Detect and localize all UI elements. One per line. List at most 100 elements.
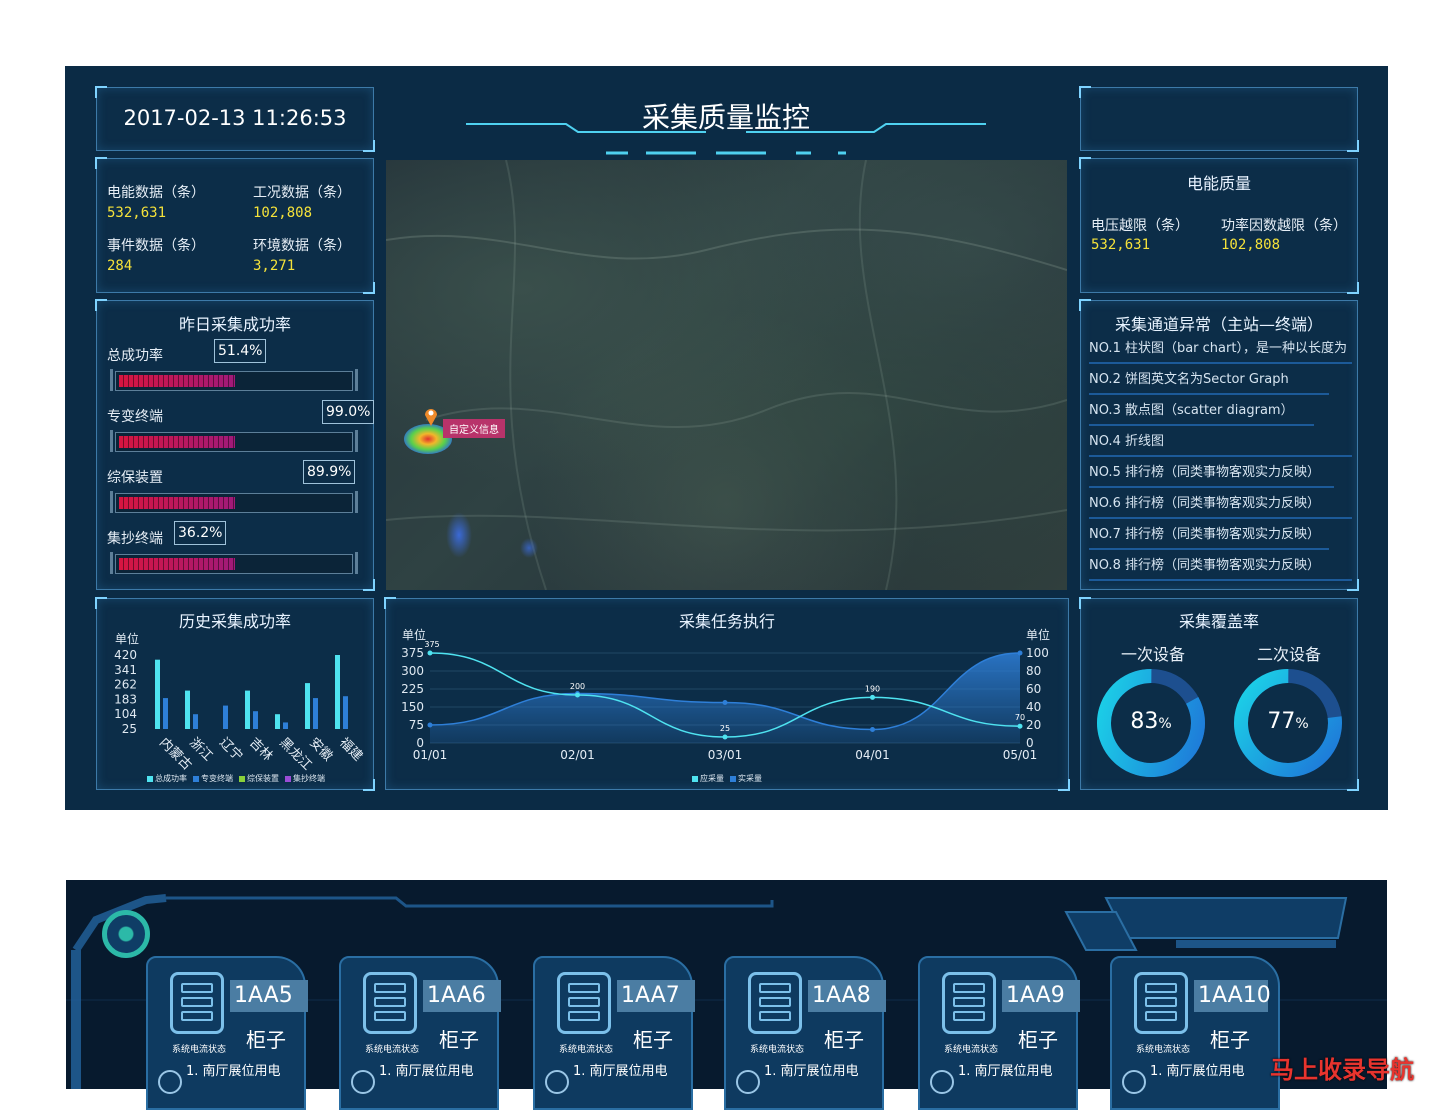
rate-label-special: 专变终端 bbox=[107, 409, 163, 425]
line-y-tick-right: 40 bbox=[1026, 700, 1041, 714]
line-data-label: 190 bbox=[865, 684, 880, 693]
yesterday-rate-title: 昨日采集成功率 bbox=[178, 315, 291, 334]
cabinet-type: 柜子 bbox=[1210, 1028, 1250, 1052]
rate-bar-fill bbox=[119, 436, 235, 448]
cabinet-type: 柜子 bbox=[439, 1028, 479, 1052]
watermark: 马上收录导航 bbox=[1270, 1056, 1414, 1084]
cabinet-code: 1AA8 bbox=[808, 980, 886, 1012]
coverage-value-secondary: 77% bbox=[1230, 709, 1346, 734]
map-view[interactable]: 自定义信息 bbox=[386, 160, 1067, 590]
cabinet-item: 1. 南厅展位用电 bbox=[573, 1064, 668, 1079]
cabinet-status: 系统电流状态 bbox=[365, 1045, 420, 1055]
history-chart-panel: 历史采集成功率 单位 420 341 262 183 104 25 内蒙古 浙江 辽宁 吉林 黑龙江安… bbox=[95, 597, 375, 791]
bar-mark bbox=[305, 683, 310, 729]
legend-label: 应采量 bbox=[700, 774, 724, 783]
alarm-item[interactable]: NO.5 排行榜（同类事物客观实力反映） bbox=[1089, 460, 1334, 488]
bar-y-tick: 25 bbox=[122, 722, 137, 736]
bar-y-tick: 341 bbox=[114, 663, 137, 677]
task-chart-legend: 应采量 实采量 bbox=[686, 773, 762, 784]
coverage-value-primary: 83% bbox=[1093, 709, 1209, 734]
datetime-panel: 2017-02-13 11:26:53 bbox=[95, 86, 375, 152]
power-quality-title: 电能质量 bbox=[1186, 174, 1251, 193]
history-chart-legend: 总成功率 专变终端 综保装置 集抄终端 bbox=[141, 773, 325, 784]
channel-alarm-panel: 采集通道异常（主站—终端） NO.1 柱状图（bar chart），是一种以长度… bbox=[1079, 299, 1359, 591]
bar-y-tick: 104 bbox=[114, 707, 137, 721]
cabinet-icon bbox=[170, 972, 224, 1034]
cabinet-card[interactable]: 1AA8 柜子 系统电流状态 1. 南厅展位用电 bbox=[712, 948, 886, 1110]
alarm-item[interactable]: NO.7 排行榜（同类事物客观实力反映） bbox=[1089, 522, 1329, 550]
coverage-label-secondary: 二次设备 bbox=[1257, 645, 1322, 664]
rate-label-protection: 综保装置 bbox=[107, 470, 163, 486]
cabinet-card[interactable]: 1AA10 柜子 系统电流状态 1. 南厅展位用电 bbox=[1098, 948, 1280, 1110]
cabinet-card[interactable]: 1AA5 柜子 系统电流状态 1. 南厅展位用电 bbox=[134, 948, 308, 1110]
alarm-item[interactable]: NO.4 折线图 bbox=[1089, 429, 1352, 457]
map-marker-label[interactable]: 自定义信息 bbox=[443, 419, 505, 438]
cabinet-icon bbox=[942, 972, 996, 1034]
cabinet-item: 1. 南厅展位用电 bbox=[379, 1064, 474, 1079]
line-data-label: 70 bbox=[1015, 713, 1025, 722]
line-y-axis-label-left: 单位 bbox=[402, 627, 426, 642]
coverage-panel: 采集覆盖率 一次设备 二次设备 83% 77% bbox=[1079, 597, 1359, 791]
cabinet-icon bbox=[1134, 972, 1188, 1034]
gauge-icon bbox=[1122, 1070, 1146, 1094]
cabinet-icon bbox=[557, 972, 611, 1034]
count-value-event: 284 bbox=[107, 258, 133, 274]
line-point bbox=[870, 694, 875, 700]
legend-swatch bbox=[730, 775, 736, 782]
counts-panel: 电能数据（条） 532,631 工况数据（条） 102,808 事件数据（条） … bbox=[95, 157, 375, 294]
line-point bbox=[427, 650, 433, 656]
cabinet-card[interactable]: 1AA6 柜子 系统电流状态 1. 南厅展位用电 bbox=[327, 948, 501, 1110]
rate-bar-total bbox=[110, 369, 358, 391]
heatmap-spot bbox=[446, 512, 472, 558]
line-y-tick-left: 75 bbox=[409, 718, 424, 732]
bar-mark bbox=[283, 722, 288, 729]
cabinet-type: 柜子 bbox=[633, 1028, 673, 1052]
bar-y-axis-label: 单位 bbox=[115, 631, 139, 646]
count-value-energy: 532,631 bbox=[107, 205, 167, 221]
voltage-label: 电压越限（条） bbox=[1091, 218, 1189, 234]
count-label-event: 事件数据（条） bbox=[107, 238, 205, 254]
legend-label: 集抄终端 bbox=[293, 774, 325, 783]
line-point bbox=[722, 734, 728, 740]
cabinet-type: 柜子 bbox=[824, 1028, 864, 1052]
line-x-tick: 04/01 bbox=[855, 748, 890, 762]
alarm-item[interactable]: NO.8 排行榜（同类事物客观实力反映） bbox=[1089, 553, 1352, 581]
alarm-item[interactable]: NO.6 排行榜（同类事物客观实力反映） bbox=[1089, 491, 1352, 519]
bar-y-tick: 183 bbox=[114, 692, 137, 706]
datetime-text: 2017-02-13 11:26:53 bbox=[123, 106, 347, 130]
alarm-item[interactable]: NO.3 散点图（scatter diagram） bbox=[1089, 398, 1314, 426]
count-label-condition: 工况数据（条） bbox=[253, 185, 351, 201]
coverage-label-primary: 一次设备 bbox=[1121, 645, 1186, 664]
cabinet-icon bbox=[748, 972, 802, 1034]
bar-y-tick: 262 bbox=[114, 678, 137, 692]
alarm-item[interactable]: NO.1 柱状图（bar chart），是一种以长度为 bbox=[1089, 336, 1352, 364]
cabinet-card[interactable]: 1AA9 柜子 系统电流状态 1. 南厅展位用电 bbox=[906, 948, 1080, 1110]
legend-label: 综保装置 bbox=[247, 774, 279, 783]
cabinet-status: 系统电流状态 bbox=[172, 1045, 227, 1055]
line-data-label: 25 bbox=[720, 724, 730, 733]
line-y-tick-left: 375 bbox=[401, 646, 424, 660]
legend-swatch bbox=[285, 775, 291, 782]
cabinet-status: 系统电流状态 bbox=[1136, 1045, 1191, 1055]
line-y-axis-label-right: 单位 bbox=[1026, 627, 1050, 642]
coverage-percent: 83 bbox=[1130, 709, 1159, 734]
location-pin-icon[interactable] bbox=[424, 406, 438, 426]
rate-label-total: 总成功率 bbox=[107, 348, 163, 364]
cabinet-code: 1AA9 bbox=[1002, 980, 1080, 1012]
gauge-icon bbox=[158, 1070, 182, 1094]
line-point bbox=[575, 692, 580, 698]
legend-swatch bbox=[193, 775, 199, 782]
channel-alarm-title: 采集通道异常（主站—终端） bbox=[1114, 315, 1323, 334]
line-x-tick: 05/01 bbox=[1003, 748, 1038, 762]
voltage-value: 532,631 bbox=[1091, 237, 1151, 253]
alarm-item[interactable]: NO.2 饼图英文名为Sector Graph bbox=[1089, 367, 1329, 395]
cabinet-item: 1. 南厅展位用电 bbox=[958, 1064, 1053, 1079]
cabinet-item: 1. 南厅展位用电 bbox=[1150, 1064, 1245, 1079]
power-factor-label: 功率因数越限（条） bbox=[1221, 218, 1347, 234]
power-factor-value: 102,808 bbox=[1221, 237, 1281, 253]
cabinet-code: 1AA10 bbox=[1194, 980, 1271, 1012]
rate-bar-fill bbox=[119, 497, 235, 509]
cabinet-card[interactable]: 1AA7 柜子 系统电流状态 1. 南厅展位用电 bbox=[521, 948, 695, 1110]
history-bar-chart: 单位42034126218310425内蒙古浙江 辽宁 吉林 黑龙江安徽 福建 bbox=[114, 631, 365, 773]
rate-bar-fill bbox=[119, 375, 235, 387]
